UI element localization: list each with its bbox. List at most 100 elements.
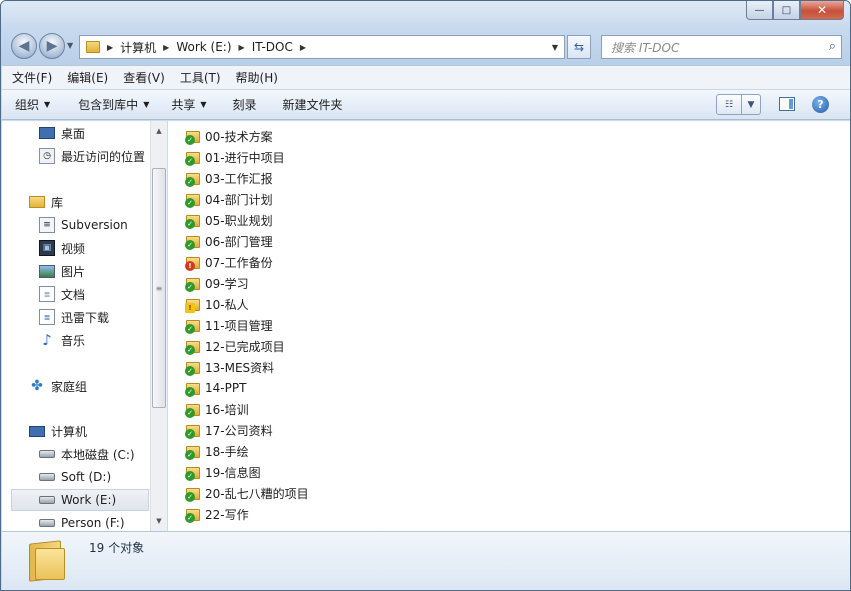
nav-item-label: Soft (D:) bbox=[61, 470, 112, 484]
drive-icon bbox=[39, 519, 55, 527]
change-view-icon[interactable]: ☷ bbox=[716, 94, 742, 115]
nav-item-recent-places[interactable]: ◷ 最近访问的位置 bbox=[39, 145, 149, 167]
file-name: 16-培训 bbox=[205, 402, 249, 417]
file-item[interactable]: ✓ 06-部门管理 bbox=[185, 231, 273, 251]
menu-edit[interactable]: 编辑(E) bbox=[67, 69, 108, 86]
nav-item-documents[interactable]: ≣ 文档 bbox=[39, 283, 149, 305]
maximize-button[interactable]: □ bbox=[773, 1, 800, 20]
homegroup-icon: ✤ bbox=[31, 378, 43, 394]
file-item[interactable]: ✓ 04-部门计划 bbox=[185, 189, 273, 209]
file-item[interactable]: ✓ 19-信息图 bbox=[185, 462, 261, 482]
preview-pane-icon[interactable] bbox=[779, 97, 795, 111]
navigation-pane: 桌面 ◷ 最近访问的位置 库 ≡ Subversion ▣ 视频 图片 ≣ 文档… bbox=[2, 121, 150, 531]
nav-item-videos[interactable]: ▣ 视频 bbox=[39, 237, 149, 259]
file-item[interactable]: ✓ 12-已完成项目 bbox=[185, 336, 285, 356]
file-item[interactable]: ✓ 05-职业规划 bbox=[185, 210, 273, 230]
nav-item-drive-c[interactable]: 本地磁盘 (C:) bbox=[39, 443, 149, 465]
help-icon[interactable]: ? bbox=[812, 96, 829, 113]
navigation-scrollbar[interactable]: ▲ ≡ ▼ bbox=[150, 121, 167, 531]
nav-item-desktop[interactable]: 桌面 bbox=[39, 122, 149, 144]
back-button[interactable]: ◀ bbox=[11, 33, 37, 59]
nav-item-pictures[interactable]: 图片 bbox=[39, 260, 149, 282]
share-label: 共享 bbox=[171, 98, 196, 112]
folder-svn-ok-icon: ✓ bbox=[185, 339, 201, 355]
file-item[interactable]: ✓ 01-进行中项目 bbox=[185, 147, 285, 167]
file-item[interactable]: ✓ 00-技术方案 bbox=[185, 126, 273, 146]
nav-item-music[interactable]: ♪ 音乐 bbox=[39, 329, 149, 351]
folder-svn-ok-icon: ✓ bbox=[185, 402, 201, 418]
file-name: 05-职业规划 bbox=[205, 213, 273, 228]
folder-svn-ok-icon: ✓ bbox=[185, 276, 201, 292]
file-name: 13-MES资料 bbox=[205, 360, 275, 375]
scrollbar-thumb[interactable]: ≡ bbox=[152, 168, 166, 408]
file-name: 11-项目管理 bbox=[205, 318, 273, 333]
pictures-icon bbox=[39, 264, 55, 278]
nav-item-label: 视频 bbox=[61, 241, 86, 256]
drive-icon bbox=[39, 496, 55, 504]
view-options-dropdown-icon[interactable]: ▼ bbox=[742, 94, 761, 115]
file-item[interactable]: ✓ 09-学习 bbox=[185, 273, 249, 293]
folder-svn-ok-icon: ✓ bbox=[185, 360, 201, 376]
drive-icon bbox=[39, 473, 55, 481]
menu-file[interactable]: 文件(F) bbox=[12, 69, 52, 86]
scroll-up-icon[interactable]: ▲ bbox=[151, 123, 167, 139]
organize-label: 组织 bbox=[15, 98, 40, 112]
new-folder-button[interactable]: 新建文件夹 bbox=[283, 96, 343, 113]
breadcrumb-it-doc[interactable]: IT-DOC bbox=[252, 40, 293, 54]
include-library-button[interactable]: 包含到库中 ▼ bbox=[78, 96, 149, 113]
nav-item-drive-d[interactable]: Soft (D:) bbox=[39, 466, 149, 488]
breadcrumb-work-drive[interactable]: Work (E:) bbox=[176, 40, 231, 54]
file-name: 10-私人 bbox=[205, 297, 249, 312]
menu-view[interactable]: 查看(V) bbox=[123, 69, 165, 86]
caption-buttons: — □ ✕ bbox=[746, 1, 844, 20]
nav-item-libraries[interactable]: 库 bbox=[29, 191, 149, 213]
organize-button[interactable]: 组织 ▼ bbox=[15, 96, 50, 113]
file-item[interactable]: ✓ 22-写作 bbox=[185, 504, 249, 524]
nav-item-drive-e[interactable]: Work (E:) bbox=[11, 489, 149, 511]
nav-item-computer[interactable]: 计算机 bbox=[29, 420, 149, 442]
chevron-right-icon[interactable]: ▶ bbox=[163, 43, 169, 52]
file-item[interactable]: ! 10-私人 bbox=[185, 294, 249, 314]
folder-svn-ok-icon: ✓ bbox=[185, 423, 201, 439]
nav-item-label: Subversion bbox=[61, 218, 128, 232]
minimize-button[interactable]: — bbox=[746, 1, 773, 20]
forward-button[interactable]: ▶ bbox=[39, 33, 65, 59]
nav-item-label: 音乐 bbox=[61, 333, 86, 348]
folder-svn-ok-icon: ✓ bbox=[185, 444, 201, 460]
file-item[interactable]: ! 07-工作备份 bbox=[185, 252, 273, 272]
nav-item-subversion[interactable]: ≡ Subversion bbox=[39, 214, 149, 236]
nav-item-drive-f[interactable]: Person (F:) bbox=[39, 512, 149, 531]
folder-svn-ok-icon: ✓ bbox=[185, 507, 201, 523]
nav-item-downloads[interactable]: ≣ 迅雷下载 bbox=[39, 306, 149, 328]
recent-pages-dropdown-icon[interactable]: ▼ bbox=[67, 41, 73, 50]
burn-label: 刻录 bbox=[232, 98, 257, 112]
chevron-right-icon[interactable]: ▶ bbox=[239, 43, 245, 52]
share-button[interactable]: 共享 ▼ bbox=[171, 96, 206, 113]
file-name: 06-部门管理 bbox=[205, 234, 273, 249]
chevron-right-icon[interactable]: ▶ bbox=[107, 43, 113, 52]
folder-svn-ok-icon: ✓ bbox=[185, 150, 201, 166]
address-bar[interactable]: ▶ 计算机 ▶ Work (E:) ▶ IT-DOC ▶ ▼ bbox=[79, 35, 565, 59]
search-input[interactable]: 搜索 IT-DOC ⌕ bbox=[601, 35, 842, 59]
menu-tools[interactable]: 工具(T) bbox=[180, 69, 221, 86]
breadcrumb-computer[interactable]: 计算机 bbox=[120, 39, 156, 56]
search-icon[interactable]: ⌕ bbox=[829, 39, 836, 54]
file-item[interactable]: ✓ 11-项目管理 bbox=[185, 315, 273, 335]
file-item[interactable]: ✓ 18-手绘 bbox=[185, 441, 249, 461]
file-item[interactable]: ✓ 17-公司资料 bbox=[185, 420, 273, 440]
menu-help[interactable]: 帮助(H) bbox=[236, 69, 278, 86]
nav-item-label: 桌面 bbox=[61, 126, 86, 141]
file-item[interactable]: ✓ 03-工作汇报 bbox=[185, 168, 273, 188]
file-name: 12-已完成项目 bbox=[205, 339, 285, 354]
scroll-down-icon[interactable]: ▼ bbox=[151, 513, 167, 529]
address-dropdown-icon[interactable]: ▼ bbox=[552, 43, 558, 52]
file-item[interactable]: ✓ 20-乱七八糟的项目 bbox=[185, 483, 309, 503]
burn-button[interactable]: 刻录 bbox=[233, 96, 257, 113]
file-item[interactable]: ✓ 16-培训 bbox=[185, 399, 249, 419]
file-item[interactable]: ✓ 14-PPT bbox=[185, 378, 246, 398]
chevron-right-icon[interactable]: ▶ bbox=[300, 43, 306, 52]
close-button[interactable]: ✕ bbox=[800, 1, 844, 20]
file-item[interactable]: ✓ 13-MES资料 bbox=[185, 357, 274, 377]
nav-item-homegroup[interactable]: ✤ 家庭组 bbox=[29, 375, 149, 397]
refresh-button[interactable]: ⇆ bbox=[567, 35, 591, 59]
